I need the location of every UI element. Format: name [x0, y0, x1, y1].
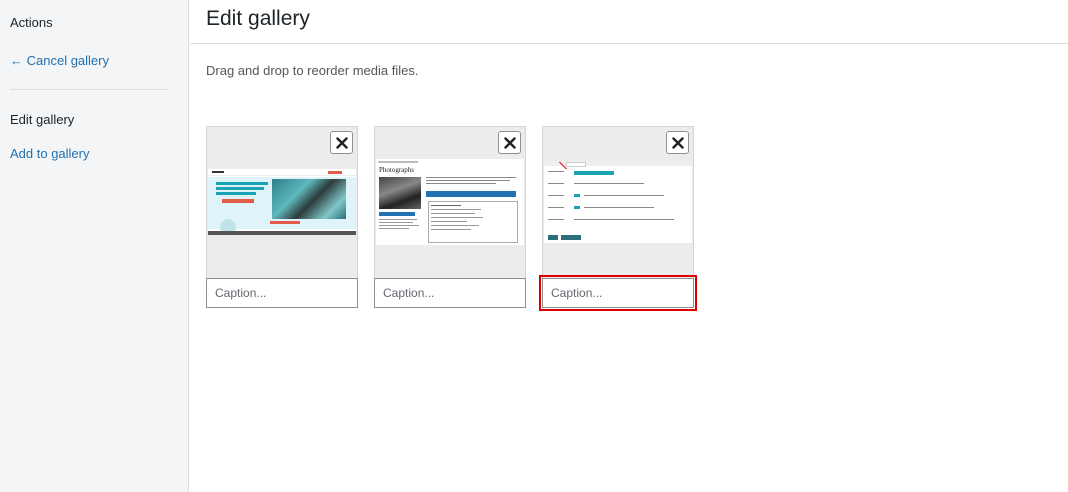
title-divider — [190, 43, 1068, 44]
page-title: Edit gallery — [206, 7, 310, 30]
remove-button[interactable] — [498, 131, 521, 154]
remove-button[interactable] — [666, 131, 689, 154]
thumbnail[interactable]: Photographs — [374, 126, 526, 279]
edit-gallery-heading: Edit gallery — [10, 112, 75, 127]
gallery-item[interactable] — [539, 126, 697, 311]
thumbnail-image — [544, 161, 692, 243]
main-panel: Edit gallery Drag and drop to reorder me… — [190, 0, 1068, 492]
sidebar-divider — [10, 89, 169, 90]
caption-input[interactable] — [539, 275, 697, 311]
remove-button[interactable] — [330, 131, 353, 154]
gallery-item[interactable] — [206, 126, 358, 308]
thumbnail-heading: Photographs — [379, 166, 414, 174]
close-x-icon — [335, 136, 348, 149]
close-x-icon — [671, 136, 684, 149]
sidebar: Actions ← Cancel gallery Edit gallery Ad… — [0, 0, 189, 492]
thumbnail[interactable] — [542, 126, 694, 279]
caption-input[interactable] — [374, 278, 526, 308]
thumbnail[interactable] — [206, 126, 358, 279]
cancel-gallery-link[interactable]: ← Cancel gallery — [10, 53, 109, 68]
add-to-gallery-link[interactable]: Add to gallery — [10, 146, 90, 161]
thumbnail-image: Photographs — [376, 159, 524, 245]
actions-heading: Actions — [10, 15, 53, 30]
close-x-icon — [503, 136, 516, 149]
thumbnail-image — [208, 169, 356, 235]
instructions-text: Drag and drop to reorder media files. — [206, 63, 419, 78]
caption-input[interactable] — [206, 278, 358, 308]
gallery-item[interactable]: Photographs — [374, 126, 526, 308]
